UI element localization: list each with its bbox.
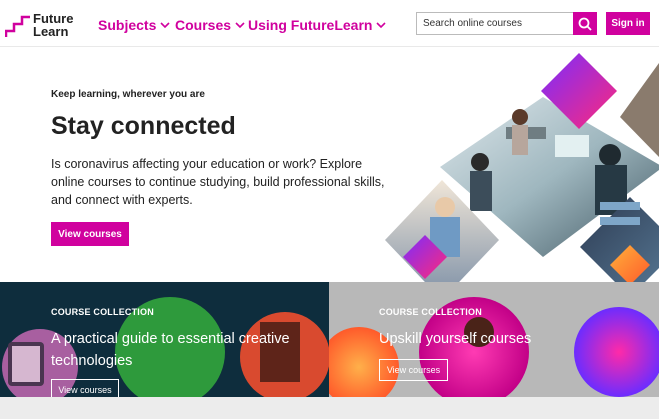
search-icon	[578, 17, 592, 31]
search-box	[416, 12, 579, 35]
futurelearn-logo-icon[interactable]	[5, 12, 35, 38]
nav-subjects-label: Subjects	[98, 17, 157, 33]
nav-subjects[interactable]: Subjects	[98, 16, 170, 34]
sign-in-button[interactable]: Sign in	[606, 12, 650, 35]
hero-view-courses-button[interactable]: View courses	[51, 222, 129, 246]
hero-section: Keep learning, wherever you are Stay con…	[0, 47, 659, 282]
collection-title: Upskill yourself courses	[379, 331, 532, 347]
search-input[interactable]	[417, 13, 579, 34]
collection-label: COURSE COLLECTION	[379, 307, 482, 317]
collection-card-upskill[interactable]: COURSE COLLECTION Upskill yourself cours…	[329, 282, 659, 397]
logo-line-2: Learn	[33, 24, 69, 39]
collection-label: COURSE COLLECTION	[51, 307, 154, 317]
site-header: Future Learn Subjects Courses Using Futu…	[0, 0, 659, 47]
chevron-down-icon	[235, 22, 245, 29]
search-button[interactable]	[573, 12, 597, 35]
chevron-down-icon	[376, 22, 387, 29]
collection-card-creative-technologies[interactable]: COURSE COLLECTION A practical guide to e…	[0, 282, 329, 397]
nav-using-futurelearn-label: Using FutureLearn	[248, 17, 373, 33]
page-bottom-strip	[0, 397, 659, 419]
hero-description: Is coronavirus affecting your education …	[51, 157, 385, 207]
logo-text[interactable]: Future Learn	[33, 12, 73, 38]
nav-courses[interactable]: Courses	[175, 16, 245, 34]
hero-kicker: Keep learning, wherever you are	[51, 89, 205, 100]
collection-view-courses-button[interactable]: View courses	[379, 359, 448, 381]
collection-view-courses-button[interactable]: View courses	[51, 379, 119, 397]
chevron-down-icon	[160, 22, 170, 29]
nav-using-futurelearn[interactable]: Using FutureLearn	[248, 16, 387, 34]
hero-title: Stay connected	[51, 112, 236, 140]
nav-courses-label: Courses	[175, 17, 232, 33]
collection-title: A practical guide to essential creative …	[51, 331, 290, 369]
